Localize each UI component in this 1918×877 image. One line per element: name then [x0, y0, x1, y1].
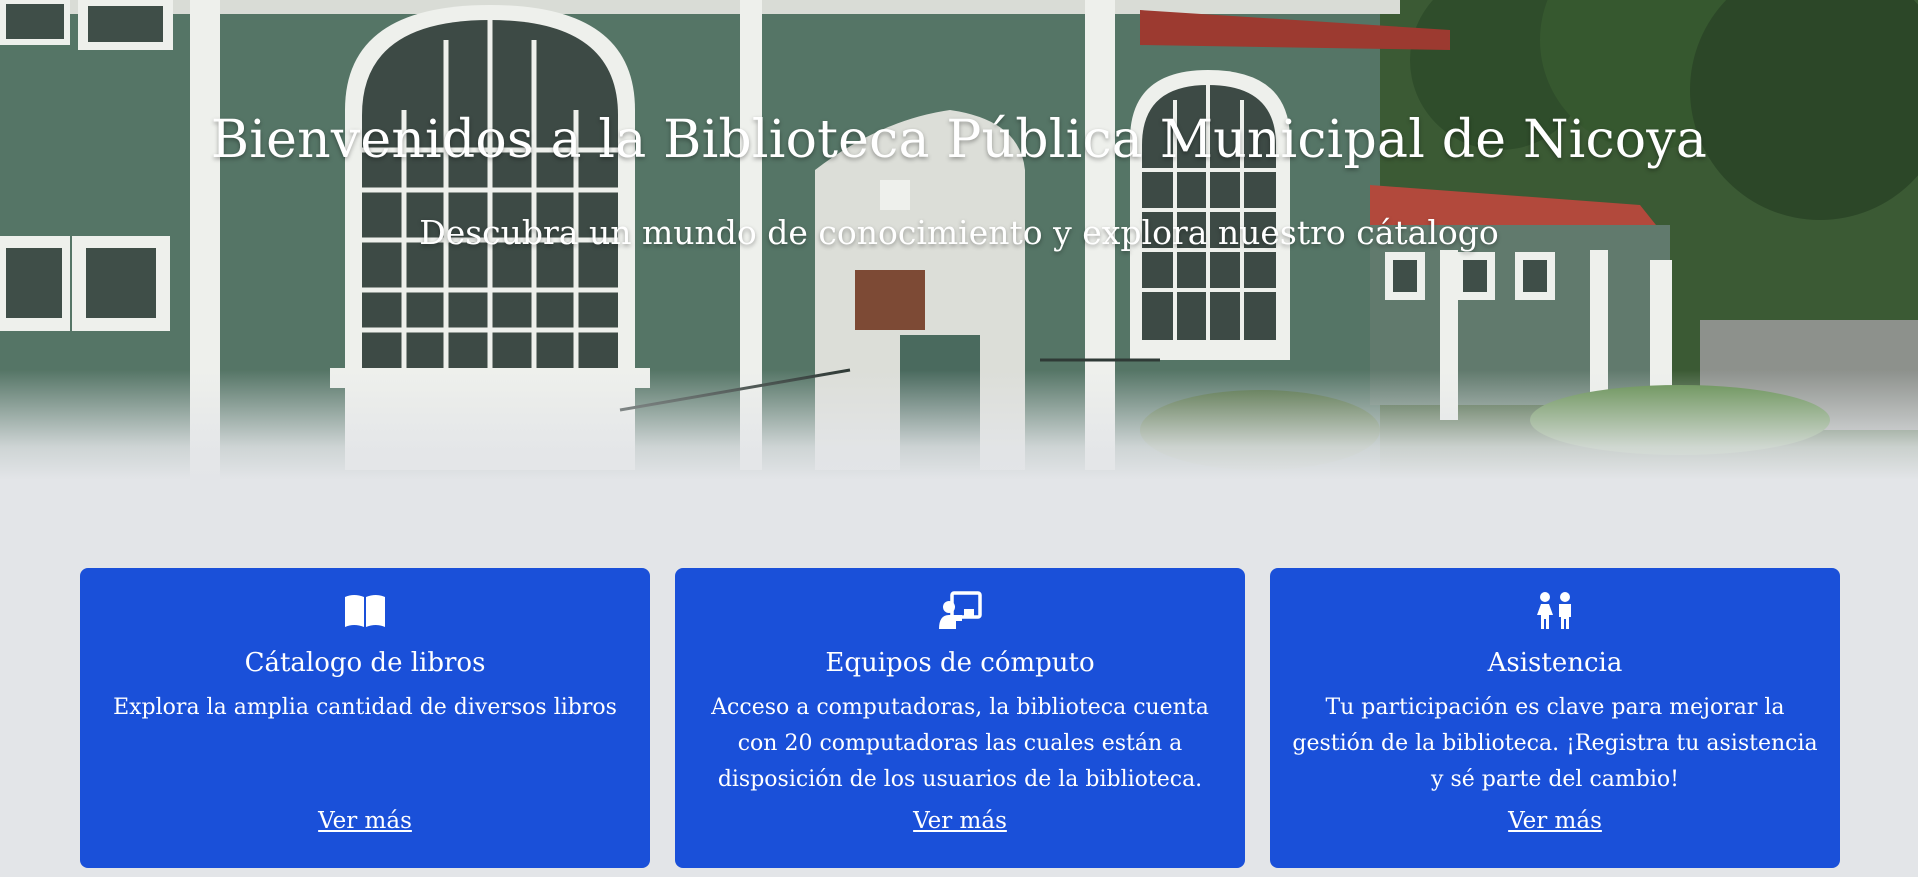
card-description: Tu participación es clave para mejorar l…: [1292, 695, 1818, 792]
card-catalogo: Cátalogo de libros Explora la amplia can…: [80, 568, 650, 868]
card-description: Explora la amplia cantidad de diversos l…: [113, 695, 617, 720]
ver-mas-link[interactable]: Ver más: [675, 808, 1245, 834]
card-description: Acceso a computadoras, la biblioteca cue…: [711, 695, 1209, 792]
ver-mas-link[interactable]: Ver más: [80, 808, 650, 834]
chalkboard-teacher-icon: [939, 591, 982, 629]
services-cards: Cátalogo de libros Explora la amplia can…: [80, 568, 1840, 868]
children-icon: [1537, 592, 1571, 629]
book-open-icon: [345, 595, 385, 627]
hero-title: Bienvenidos a la Biblioteca Pública Muni…: [210, 110, 1708, 170]
hero-subtitle: Descubra un mundo de conocimiento y expl…: [419, 213, 1499, 252]
card-title: Equipos de cómputo: [825, 648, 1095, 678]
hero-banner: Bienvenidos a la Biblioteca Pública Muni…: [0, 0, 1918, 480]
card-asistencia: Asistencia Tu participación es clave par…: [1270, 568, 1840, 868]
card-computo: Equipos de cómputo Acceso a computadoras…: [675, 568, 1245, 868]
hero-fade: [0, 370, 1918, 480]
card-title: Asistencia: [1487, 648, 1623, 678]
ver-mas-link[interactable]: Ver más: [1270, 808, 1840, 834]
card-title: Cátalogo de libros: [244, 648, 486, 678]
